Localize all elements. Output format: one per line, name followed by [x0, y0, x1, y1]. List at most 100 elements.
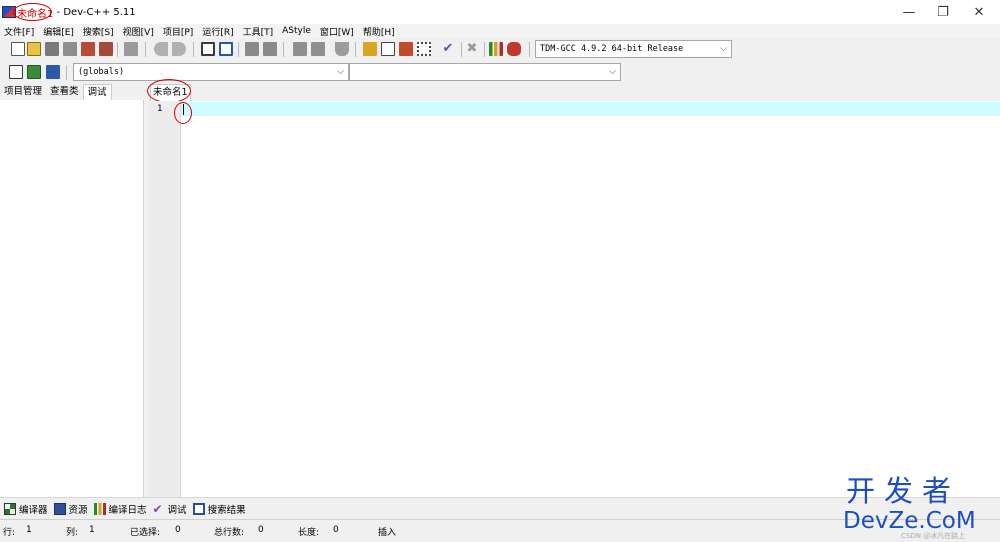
tab-project-manager[interactable]: 项目管理	[0, 84, 46, 100]
status-col-value: 1	[89, 525, 95, 535]
new-file-icon[interactable]	[11, 42, 25, 56]
status-length-value: 0	[333, 525, 339, 535]
tab-compile-log-label: 编译日志	[108, 504, 147, 516]
print-icon[interactable]	[124, 42, 138, 56]
new-project-icon[interactable]	[363, 42, 377, 56]
goto-next-icon[interactable]	[311, 42, 325, 56]
replace-icon[interactable]	[219, 42, 233, 56]
tab-class-browser[interactable]: 查看类	[46, 84, 83, 100]
search-icon	[192, 502, 205, 515]
editor-tab-untitled[interactable]: 未命名1	[150, 84, 191, 101]
menu-view[interactable]: 视图[V]	[123, 25, 154, 38]
tab-debug[interactable]: 调试	[82, 84, 112, 100]
goto-declaration-icon[interactable]	[27, 65, 41, 79]
code-editor[interactable]	[181, 101, 1000, 497]
line-number: 1	[157, 104, 163, 114]
checkmark-icon: ✔	[152, 501, 163, 516]
devcpp-app-icon[interactable]	[2, 6, 16, 18]
save-all-icon[interactable]	[63, 42, 77, 56]
text-caret	[183, 104, 184, 115]
toolbar-separator	[461, 42, 462, 57]
status-col-label: 列:	[66, 528, 79, 538]
menu-bar: 文件[F] 编辑[E] 搜索[S] 视图[V] 项目[P] 运行[R] 工具[T…	[0, 24, 1000, 38]
tab-debug-output[interactable]: ✔ 调试	[153, 502, 187, 516]
tab-resources-label: 资源	[68, 504, 88, 516]
resources-icon	[53, 502, 66, 515]
status-insert-mode: 插入	[378, 528, 397, 538]
menu-window[interactable]: 窗口[W]	[320, 25, 354, 38]
tab-compile-log[interactable]: 编译日志	[93, 502, 147, 516]
check-syntax-icon[interactable]: ✔	[441, 42, 455, 56]
tab-debug-output-label: 调试	[167, 504, 187, 516]
line-number-gutter	[148, 101, 181, 497]
class-toolbar: (globals) ⌵ ⌵	[0, 60, 1000, 84]
toolbar-separator	[355, 42, 356, 57]
close-file-icon[interactable]	[81, 42, 95, 56]
goto-definition-icon[interactable]	[46, 65, 60, 79]
status-row-value: 1	[26, 525, 32, 535]
save-icon[interactable]	[45, 42, 59, 56]
scope-select-value: (globals)	[78, 67, 125, 77]
tab-search-results-label: 搜索结果	[207, 504, 246, 516]
stop-execution-icon[interactable]: ✖	[465, 42, 479, 56]
status-selection-label: 已选择:	[130, 528, 161, 538]
member-select[interactable]: ⌵	[349, 63, 621, 81]
find-icon[interactable]	[201, 42, 215, 56]
toolbar-separator	[145, 42, 146, 57]
menu-search[interactable]: 搜索[S]	[83, 25, 114, 38]
menu-project[interactable]: 项目[P]	[163, 25, 193, 38]
title-bar: 未命名1 - Dev-C++ 5.11 — ❐ ✕	[0, 0, 1000, 24]
bar-chart-icon	[93, 502, 106, 515]
open-project-icon[interactable]	[381, 42, 395, 56]
menu-tools[interactable]: 工具[T]	[243, 25, 274, 38]
main-toolbar: ✔ ✖ TDM-GCC 4.9.2 64-bit Release ⌵	[0, 38, 1000, 60]
tab-compiler[interactable]: 编译器	[4, 502, 48, 516]
debug-bug-icon[interactable]	[507, 42, 521, 56]
menu-run[interactable]: 运行[R]	[202, 25, 233, 38]
toolbar-separator	[117, 42, 118, 57]
status-total-lines-label: 总行数:	[214, 528, 245, 538]
status-length-label: 长度:	[298, 528, 320, 538]
tab-resources[interactable]: 资源	[53, 502, 88, 516]
project-options-icon[interactable]	[417, 42, 431, 56]
toolbar-separator	[238, 42, 239, 57]
chevron-down-icon: ⌵	[337, 67, 344, 77]
open-file-icon[interactable]	[27, 42, 41, 56]
save-project-icon[interactable]	[399, 42, 413, 56]
maximize-button[interactable]: ❐	[926, 0, 960, 24]
menu-file[interactable]: 文件[F]	[4, 25, 34, 38]
status-row-label: 行:	[3, 528, 16, 538]
close-all-icon[interactable]	[99, 42, 113, 56]
profile-chart-icon[interactable]	[489, 42, 503, 56]
toolbar-separator	[283, 42, 284, 57]
compiler-select-value: TDM-GCC 4.9.2 64-bit Release	[540, 44, 684, 54]
minimize-button[interactable]: —	[892, 0, 926, 24]
close-button[interactable]: ✕	[962, 0, 996, 24]
grid-icon	[4, 502, 16, 515]
status-selection-value: 0	[175, 525, 181, 535]
output-tabs: 编译器 资源 编译日志 ✔ 调试 搜索结果	[0, 497, 1000, 519]
compiler-select[interactable]: TDM-GCC 4.9.2 64-bit Release ⌵	[535, 40, 732, 58]
bookmark-icon[interactable]	[335, 42, 349, 56]
left-panel-tabs: 项目管理 查看类 调试	[0, 84, 144, 100]
redo-icon[interactable]	[172, 42, 186, 56]
indent-icon[interactable]	[245, 42, 259, 56]
undo-icon[interactable]	[154, 42, 168, 56]
unindent-icon[interactable]	[263, 42, 277, 56]
menu-edit[interactable]: 编辑[E]	[43, 25, 74, 38]
current-line-highlight	[181, 102, 1000, 116]
toolbar-separator	[193, 42, 194, 57]
window-title-app: - Dev-C++ 5.11	[53, 6, 136, 18]
scope-select[interactable]: (globals) ⌵	[73, 63, 349, 81]
tab-compiler-label: 编译器	[19, 504, 48, 516]
menu-astyle[interactable]: AStyle	[282, 26, 311, 36]
status-total-lines-value: 0	[258, 525, 264, 535]
chevron-down-icon: ⌵	[720, 44, 727, 54]
menu-help[interactable]: 帮助[H]	[363, 25, 395, 38]
toolbar-separator	[66, 65, 67, 80]
tab-search-results[interactable]: 搜索结果	[192, 502, 246, 516]
goto-prev-icon[interactable]	[293, 42, 307, 56]
left-panel-content[interactable]	[0, 100, 144, 497]
chevron-down-icon: ⌵	[609, 67, 616, 77]
insert-code-icon[interactable]	[9, 65, 23, 79]
